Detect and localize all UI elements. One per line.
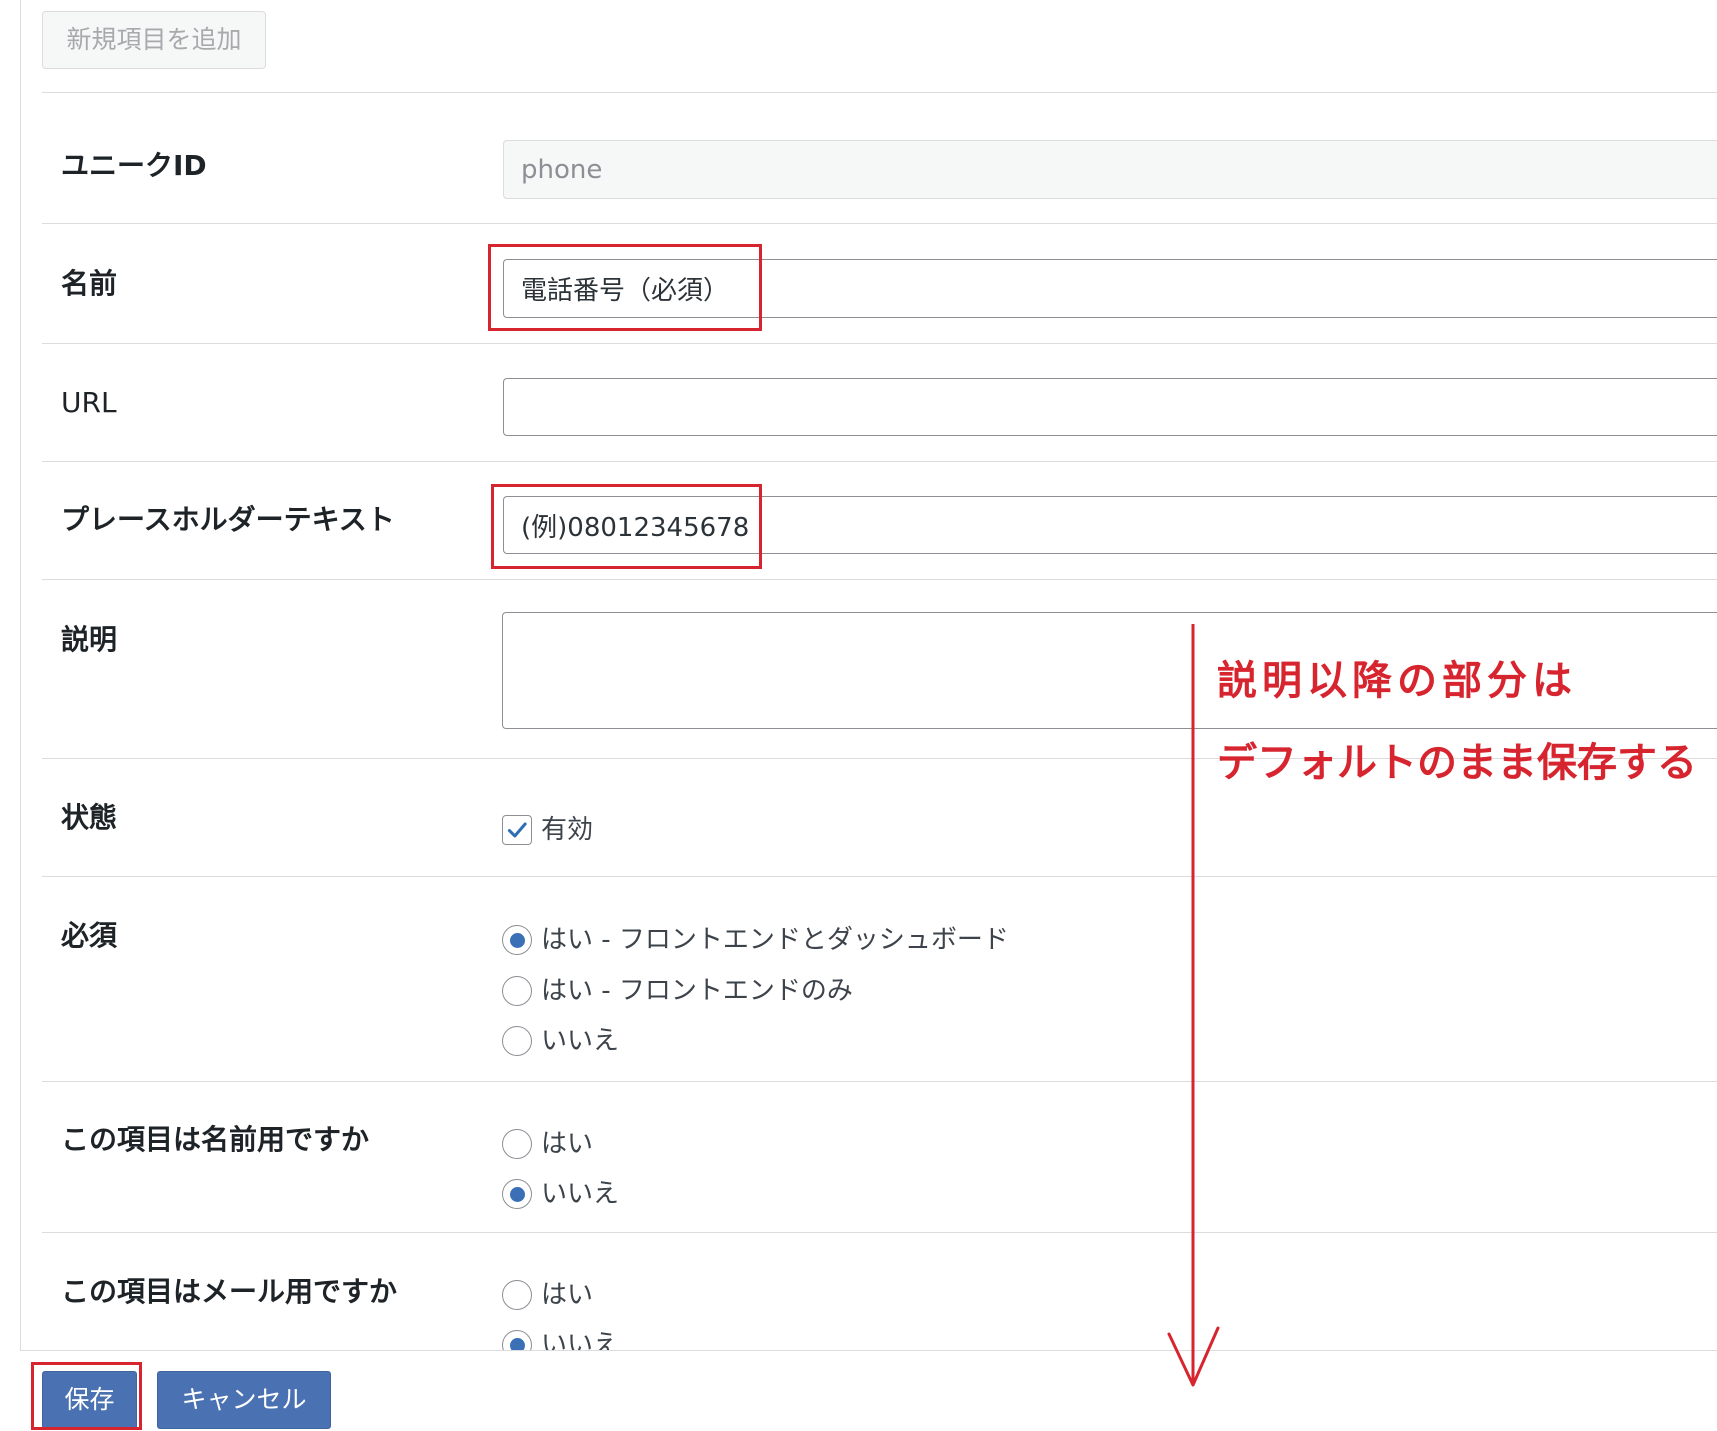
cancel-button[interactable]: キャンセル: [157, 1371, 331, 1429]
required-radio-frontend-only[interactable]: [502, 976, 532, 1006]
save-button[interactable]: 保存: [42, 1371, 137, 1429]
row-divider: [42, 92, 1717, 93]
is-name-field-option-label[interactable]: いいえ: [541, 1177, 619, 1211]
is-email-field-radio-no[interactable]: [502, 1330, 532, 1350]
annotation-note: 説明以降の部分は デフォルトのまま保存する: [1217, 657, 1707, 787]
is-email-field-radio-yes[interactable]: [502, 1280, 532, 1310]
panel-left-border: [20, 0, 21, 1350]
required-option-label[interactable]: いいえ: [541, 1024, 619, 1058]
row-divider: [42, 876, 1717, 877]
required-option-label[interactable]: はい - フロントエンドのみ: [541, 974, 853, 1008]
required-option-label[interactable]: はい - フロントエンドとダッシュボード: [541, 923, 1009, 957]
arrow-down-icon: [1167, 624, 1220, 1387]
status-label: 状態: [61, 801, 118, 834]
name-input[interactable]: [503, 259, 1717, 318]
status-enabled-label[interactable]: 有効: [541, 813, 593, 847]
is-email-field-option-label[interactable]: いいえ: [541, 1328, 619, 1350]
row-divider: [42, 343, 1717, 344]
required-label: 必須: [61, 919, 118, 952]
row-divider: [42, 1081, 1717, 1082]
is-name-field-option-label[interactable]: はい: [541, 1127, 593, 1161]
required-radio-no[interactable]: [502, 1026, 532, 1056]
add-new-item-button[interactable]: 新規項目を追加: [42, 11, 266, 69]
name-label: 名前: [61, 267, 118, 300]
is-name-field-label: この項目は名前用ですか: [61, 1123, 370, 1156]
row-divider: [42, 461, 1717, 462]
row-divider: [42, 579, 1717, 580]
description-label: 説明: [61, 623, 118, 656]
annotation-line: デフォルトのまま保存する: [1217, 740, 1697, 786]
annotation-line: 説明以降の部分は: [1217, 658, 1577, 704]
row-divider: [42, 1232, 1717, 1233]
status-enabled-checkbox[interactable]: [502, 815, 532, 845]
unique-id-input[interactable]: [503, 140, 1717, 199]
is-email-field-option-label[interactable]: はい: [541, 1278, 593, 1312]
unique-id-label: ユニークID: [61, 149, 207, 182]
is-email-field-label: この項目はメール用ですか: [61, 1275, 398, 1308]
url-input[interactable]: [503, 378, 1717, 436]
checkmark-icon: [507, 822, 527, 838]
is-name-field-radio-no[interactable]: [502, 1179, 532, 1209]
placeholder-text-label: プレースホルダーテキスト: [61, 503, 395, 536]
placeholder-text-input[interactable]: [503, 496, 1717, 554]
is-name-field-radio-yes[interactable]: [502, 1129, 532, 1159]
row-divider: [42, 223, 1717, 224]
url-label: URL: [61, 386, 117, 419]
required-radio-frontend-dashboard[interactable]: [502, 925, 532, 955]
